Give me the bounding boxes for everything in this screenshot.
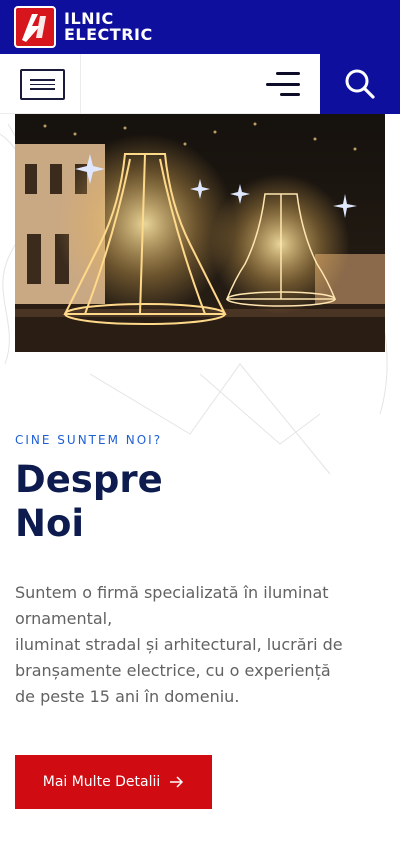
description-line: iluminat stradal și arhitectural, lucrăr… bbox=[15, 635, 343, 654]
section-title-line1: Despre bbox=[15, 458, 163, 501]
brand-name: ILNIC ELECTRIC bbox=[64, 11, 153, 43]
search-icon bbox=[345, 69, 375, 99]
brand-logo[interactable]: ILNIC ELECTRIC bbox=[14, 6, 153, 48]
search-button[interactable] bbox=[320, 54, 400, 114]
section-description: Suntem o firmă specializată în iluminat … bbox=[15, 580, 355, 710]
description-line: de peste 15 ani în domeniu. bbox=[15, 687, 240, 706]
section-title: Despre Noi bbox=[15, 458, 163, 546]
more-details-button[interactable]: Mai Multe Detalii bbox=[15, 755, 212, 809]
lines-menu-icon[interactable] bbox=[266, 72, 300, 96]
description-line: branșamente electrice, cu o experiență bbox=[15, 661, 331, 680]
more-details-label: Mai Multe Detalii bbox=[42, 774, 161, 790]
hero-image bbox=[15, 114, 385, 352]
brand-name-line2: ELECTRIC bbox=[64, 25, 153, 44]
section-eyebrow: CINE SUNTEM NOI? bbox=[15, 433, 163, 447]
description-line: ornamental, bbox=[15, 609, 113, 628]
arrow-right-icon bbox=[170, 776, 184, 788]
section-title-line2: Noi bbox=[15, 502, 85, 545]
nav-divider bbox=[80, 54, 81, 114]
lightning-logo-icon bbox=[14, 6, 56, 48]
nav-bar bbox=[0, 54, 400, 114]
top-bar: ILNIC ELECTRIC bbox=[0, 0, 400, 54]
hamburger-box-icon[interactable] bbox=[20, 69, 65, 100]
description-line: Suntem o firmă specializată în iluminat bbox=[15, 583, 329, 602]
